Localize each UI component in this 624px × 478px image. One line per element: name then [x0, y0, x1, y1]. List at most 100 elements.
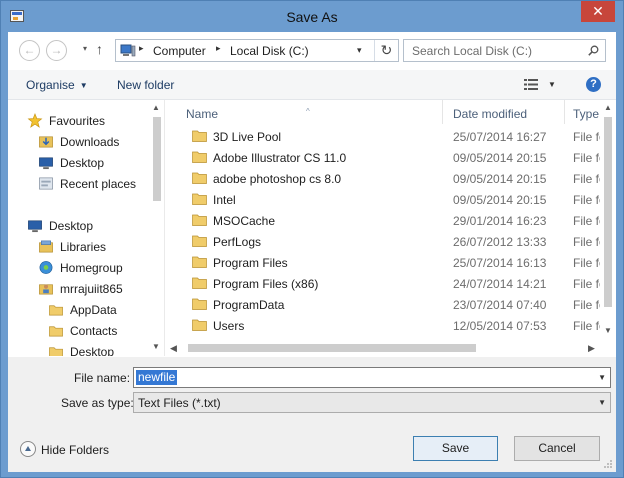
search-icon[interactable]	[588, 45, 599, 56]
save-as-type-select[interactable]: Text Files (*.txt) ▼	[133, 392, 611, 413]
close-button[interactable]: ✕	[581, 1, 615, 22]
scroll-up-arrow-icon[interactable]: ▲	[604, 103, 612, 112]
new-folder-button[interactable]: New folder	[117, 78, 174, 92]
folder-icon	[49, 326, 63, 337]
file-date-cell: 23/07/2014 07:40	[453, 298, 547, 312]
folder-icon	[49, 347, 63, 356]
scrollbar-thumb[interactable]	[604, 117, 612, 307]
file-date-cell: 09/05/2014 20:15	[453, 193, 547, 207]
folder-icon	[192, 151, 207, 163]
table-row[interactable]: Intel 09/05/2014 20:15 File fol	[166, 189, 608, 210]
help-icon[interactable]: ?	[586, 77, 601, 92]
folder-icon	[192, 235, 207, 247]
recent-places-icon	[39, 177, 53, 190]
up-one-level-button[interactable]: ↑	[96, 41, 103, 57]
sidebar-item-label: Downloads	[60, 135, 120, 149]
table-row[interactable]: adobe photoshop cs 8.0 09/05/2014 20:15 Fi…	[166, 168, 608, 189]
file-name-cell: adobe photoshop cs 8.0	[213, 172, 342, 186]
address-bar[interactable]: ▸ Computer ▸ Local Disk (C:) ▾ ↻	[115, 39, 399, 62]
save-as-dialog: Save As ✕ ← → ▾ ↑ ▸ Computer ▸ Local Dis…	[0, 0, 624, 478]
file-name-label: File name:	[74, 371, 131, 385]
view-options-dropdown[interactable]: ▼	[548, 80, 556, 89]
file-date-cell: 09/05/2014 20:15	[453, 172, 547, 186]
column-header-name[interactable]: Name ^	[166, 100, 438, 124]
scroll-down-arrow-icon[interactable]: ▼	[152, 342, 160, 351]
file-list-horizontal-scrollbar[interactable]: ◀ ▶	[166, 340, 600, 356]
sidebar-item-label: mrrajuiit865	[60, 282, 123, 296]
organise-label: Organise	[26, 78, 75, 92]
search-input[interactable]: Search Local Disk (C:)	[403, 39, 606, 62]
organise-menu-button[interactable]: Organise ▼	[26, 78, 88, 92]
address-history-dropdown[interactable]: ▾	[357, 45, 362, 56]
file-name-cell: Program Files	[213, 256, 288, 270]
scrollbar-thumb[interactable]	[153, 117, 161, 201]
cancel-button[interactable]: Cancel	[514, 436, 600, 461]
address-row: ← → ▾ ↑ ▸ Computer ▸ Local Disk (C:) ▾ ↻…	[8, 32, 616, 70]
dialog-body: ← → ▾ ↑ ▸ Computer ▸ Local Disk (C:) ▾ ↻…	[8, 32, 616, 472]
resize-grip-icon[interactable]	[603, 459, 613, 469]
file-name-cell: Intel	[213, 193, 236, 207]
sidebar-item-label: Homegroup	[60, 261, 123, 275]
folder-icon	[192, 193, 207, 205]
breadcrumb-separator[interactable]: ▸	[139, 43, 144, 54]
recent-locations-dropdown[interactable]: ▾	[83, 44, 87, 53]
table-row[interactable]: PerfLogs 26/07/2012 13:33 File fol	[166, 231, 608, 252]
table-row[interactable]: Users 12/05/2014 07:53 File fol	[166, 315, 608, 336]
scrollbar-thumb[interactable]	[188, 344, 476, 352]
column-header-date[interactable]: Date modified	[443, 100, 563, 124]
sidebar-item-label: Favourites	[49, 114, 106, 128]
sidebar-item-label: Contacts	[70, 324, 118, 338]
file-date-cell: 26/07/2012 13:33	[453, 235, 547, 249]
scroll-left-arrow-icon[interactable]: ◀	[170, 343, 177, 354]
file-date-cell: 12/05/2014 07:53	[453, 319, 547, 333]
column-header-type[interactable]: Type	[565, 100, 600, 124]
breadcrumb-local-disk[interactable]: Local Disk (C:)	[230, 44, 309, 58]
file-name-value[interactable]: newfile	[136, 370, 178, 385]
breadcrumb-separator[interactable]: ▸	[216, 43, 221, 54]
table-row[interactable]: 3D Live Pool 25/07/2014 16:27 File fol	[166, 126, 608, 147]
file-name-cell: Users	[213, 319, 245, 333]
file-date-cell: 25/07/2014 16:13	[453, 256, 547, 270]
scroll-right-arrow-icon[interactable]: ▶	[588, 343, 595, 354]
homegroup-icon	[39, 261, 53, 274]
chevron-down-icon[interactable]: ▼	[598, 373, 606, 382]
file-name-cell: ProgramData	[213, 298, 285, 312]
chevron-down-icon[interactable]: ▼	[598, 398, 606, 407]
file-date-cell: 09/05/2014 20:15	[453, 151, 547, 165]
refresh-button[interactable]: ↻	[374, 40, 398, 61]
title-bar[interactable]: Save As ✕	[1, 1, 623, 33]
breadcrumb-computer[interactable]: Computer	[153, 44, 206, 58]
save-as-type-label: Save as type:	[61, 396, 134, 410]
file-date-cell: 29/01/2014 16:23	[453, 214, 547, 228]
sidebar-item-label: Desktop	[60, 156, 105, 170]
table-row[interactable]: ProgramData 23/07/2014 07:40 File fol	[166, 294, 608, 315]
file-date-cell: 24/07/2014 14:21	[453, 277, 547, 291]
file-name-cell: Adobe Illustrator CS 11.0	[213, 151, 347, 165]
folder-icon	[192, 130, 207, 142]
search-placeholder: Search Local Disk (C:)	[412, 44, 533, 58]
table-row[interactable]: Program Files 25/07/2014 16:13 File fol	[166, 252, 608, 273]
window-title: Save As	[286, 9, 338, 25]
folder-icon	[192, 277, 207, 289]
forward-button[interactable]: →	[46, 40, 67, 61]
table-row[interactable]: MSOCache 29/01/2014 16:23 File fol	[166, 210, 608, 231]
save-button[interactable]: Save	[413, 436, 498, 461]
scroll-down-arrow-icon[interactable]: ▼	[604, 326, 612, 335]
folder-icon	[192, 319, 207, 331]
libraries-icon	[39, 240, 53, 253]
file-date-cell: 25/07/2014 16:27	[453, 130, 547, 144]
save-form: File name: newfile ▼ Save as type: Text …	[8, 357, 616, 472]
desktop-icon	[39, 157, 53, 170]
scroll-up-arrow-icon[interactable]: ▲	[152, 103, 160, 112]
folder-icon	[192, 172, 207, 184]
back-button[interactable]: ←	[19, 40, 40, 61]
table-row[interactable]: Adobe Illustrator CS 11.0 09/05/2014 20:1…	[166, 147, 608, 168]
table-row[interactable]: Program Files (x86) 24/07/2014 14:21 File …	[166, 273, 608, 294]
column-header-name-label: Name	[186, 107, 219, 121]
file-name-input[interactable]: newfile ▼	[133, 367, 611, 388]
folder-icon	[192, 256, 207, 268]
view-details-icon[interactable]	[524, 79, 538, 90]
navigation-scrollbar[interactable]: ▲ ▼	[149, 100, 164, 356]
file-list-vertical-scrollbar[interactable]: ▲ ▼	[600, 100, 616, 340]
file-name-cell: MSOCache	[213, 214, 276, 228]
